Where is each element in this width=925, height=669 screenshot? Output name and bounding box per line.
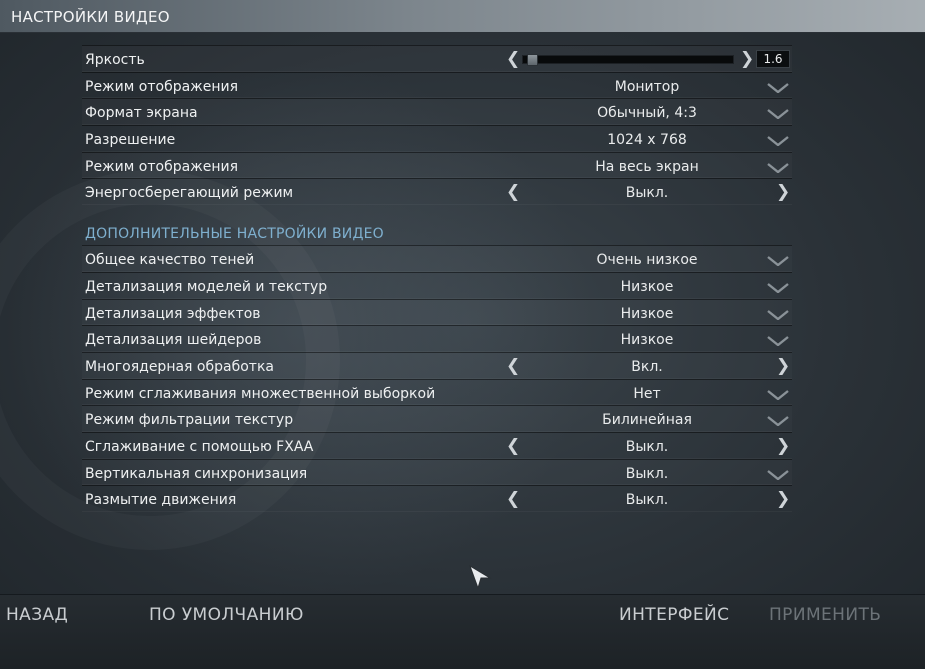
setting-label: Режим отображения	[85, 158, 239, 175]
right-chevron-icon[interactable]: ❯	[776, 436, 790, 456]
back-button[interactable]: НАЗАД	[6, 605, 68, 625]
setting-label: Энергосберегающий режим	[85, 185, 294, 202]
setting-row[interactable]: Формат экрана Обычный, 4:3	[82, 98, 792, 126]
setting-label: Вертикальная синхронизация	[85, 465, 308, 482]
setting-row[interactable]: Режим отображения Монитор	[82, 71, 792, 99]
left-chevron-icon[interactable]: ❮	[506, 49, 520, 69]
setting-label: Сглаживание с помощью FXAA	[85, 438, 314, 455]
left-chevron-icon[interactable]: ❮	[506, 356, 520, 376]
interface-button[interactable]: ИНТЕРФЕЙС	[619, 605, 729, 625]
setting-label: Детализация моделей и текстур	[85, 278, 328, 295]
setting-row[interactable]: Детализация шейдеров Низкое	[82, 325, 792, 352]
setting-value: Низкое	[620, 305, 674, 322]
setting-value: Выкл.	[625, 465, 669, 482]
setting-value: Очень низкое	[596, 252, 698, 269]
setting-label: Режим сглаживания множественной выборкой	[85, 385, 436, 402]
setting-value: Билинейная	[602, 412, 692, 429]
settings-panel: Яркость ❮ ❯ 1.6 Режим отображения Монитор Форм…	[82, 45, 792, 512]
setting-label: Детализация эффектов	[85, 305, 261, 322]
setting-row[interactable]: Детализация эффектов Низкое	[82, 298, 792, 326]
setting-value: Выкл.	[625, 185, 669, 202]
setting-value: Выкл.	[625, 492, 669, 509]
advanced-section-header: ДОПОЛНИТЕЛЬНЫЕ НАСТРОЙКИ ВИДЕО	[82, 205, 792, 245]
setting-row[interactable]: Сглаживание с помощью FXAA ❮ Выкл. ❯	[82, 431, 792, 459]
left-chevron-icon[interactable]: ❮	[506, 489, 520, 509]
advanced-section-title: ДОПОЛНИТЕЛЬНЫЕ НАСТРОЙКИ ВИДЕО	[85, 226, 384, 243]
brightness-slider[interactable]	[522, 54, 734, 66]
setting-label: Яркость	[85, 52, 145, 68]
chevron-down-icon[interactable]	[767, 469, 789, 480]
setting-row[interactable]: Размытие движения ❮ Выкл. ❯	[82, 485, 792, 512]
setting-row[interactable]: Разрешение 1024 x 768	[82, 125, 792, 152]
setting-value: Нет	[633, 385, 661, 402]
setting-row[interactable]: Вертикальная синхронизация Выкл.	[82, 458, 792, 486]
setting-label: Формат экрана	[85, 105, 198, 122]
setting-row[interactable]: Яркость ❮ ❯ 1.6	[82, 45, 792, 72]
chevron-down-icon[interactable]	[767, 416, 789, 427]
slider-value: 1.6	[756, 50, 790, 68]
setting-value: Низкое	[620, 332, 674, 349]
setting-value: 1024 x 768	[607, 132, 687, 149]
mouse-cursor-icon	[468, 564, 494, 594]
setting-value: Вкл.	[631, 358, 663, 375]
chevron-down-icon[interactable]	[767, 336, 789, 347]
left-chevron-icon[interactable]: ❮	[506, 182, 520, 202]
setting-row[interactable]: Детализация моделей и текстур Низкое	[82, 271, 792, 299]
setting-value: Обычный, 4:3	[597, 105, 697, 122]
setting-label: Режим фильтрации текстур	[85, 412, 294, 429]
setting-value: На весь экран	[595, 158, 699, 175]
defaults-button[interactable]: ПО УМОЛЧАНИЮ	[149, 605, 304, 625]
left-chevron-icon[interactable]: ❮	[506, 436, 520, 456]
slider-thumb[interactable]	[527, 54, 538, 66]
chevron-down-icon[interactable]	[767, 309, 789, 320]
chevron-down-icon[interactable]	[767, 109, 789, 120]
right-chevron-icon[interactable]: ❯	[740, 49, 754, 69]
setting-label: Разрешение	[85, 132, 176, 149]
chevron-down-icon[interactable]	[767, 136, 789, 147]
right-chevron-icon[interactable]: ❯	[776, 356, 790, 376]
apply-button[interactable]: ПРИМЕНИТЬ	[769, 605, 881, 625]
setting-row[interactable]: Общее качество теней Очень низкое	[82, 245, 792, 272]
right-chevron-icon[interactable]: ❯	[776, 489, 790, 509]
chevron-down-icon[interactable]	[767, 162, 789, 173]
advanced-settings-list: Общее качество теней Очень низкое Детализа…	[82, 245, 792, 512]
setting-value: Низкое	[620, 278, 674, 295]
setting-label: Режим отображения	[85, 78, 239, 95]
window-title: НАСТРОЙКИ ВИДЕО	[11, 8, 170, 26]
chevron-down-icon[interactable]	[767, 82, 789, 93]
setting-label: Размытие движения	[85, 492, 237, 509]
setting-label: Детализация шейдеров	[85, 332, 262, 349]
setting-label: Общее качество теней	[85, 252, 255, 269]
chevron-down-icon[interactable]	[767, 282, 789, 293]
title-bar: НАСТРОЙКИ ВИДЕО	[0, 0, 925, 33]
setting-value: Выкл.	[625, 438, 669, 455]
setting-row[interactable]: Энергосберегающий режим ❮ Выкл. ❯	[82, 178, 792, 206]
setting-value: Монитор	[614, 78, 680, 95]
chevron-down-icon[interactable]	[767, 389, 789, 400]
bottom-bar: НАЗАД ПО УМОЛЧАНИЮ ИНТЕРФЕЙС ПРИМЕНИТЬ	[0, 594, 925, 669]
basic-settings-list: Яркость ❮ ❯ 1.6 Режим отображения Монитор Форм…	[82, 45, 792, 206]
setting-row[interactable]: Многоядерная обработка ❮ Вкл. ❯	[82, 351, 792, 379]
setting-row[interactable]: Режим фильтрации текстур Билинейная	[82, 405, 792, 432]
chevron-down-icon[interactable]	[767, 256, 789, 267]
right-chevron-icon[interactable]: ❯	[776, 182, 790, 202]
setting-label: Многоядерная обработка	[85, 358, 274, 375]
setting-row[interactable]: Режим сглаживания множественной выборкой…	[82, 378, 792, 406]
setting-row[interactable]: Режим отображения На весь экран	[82, 151, 792, 179]
